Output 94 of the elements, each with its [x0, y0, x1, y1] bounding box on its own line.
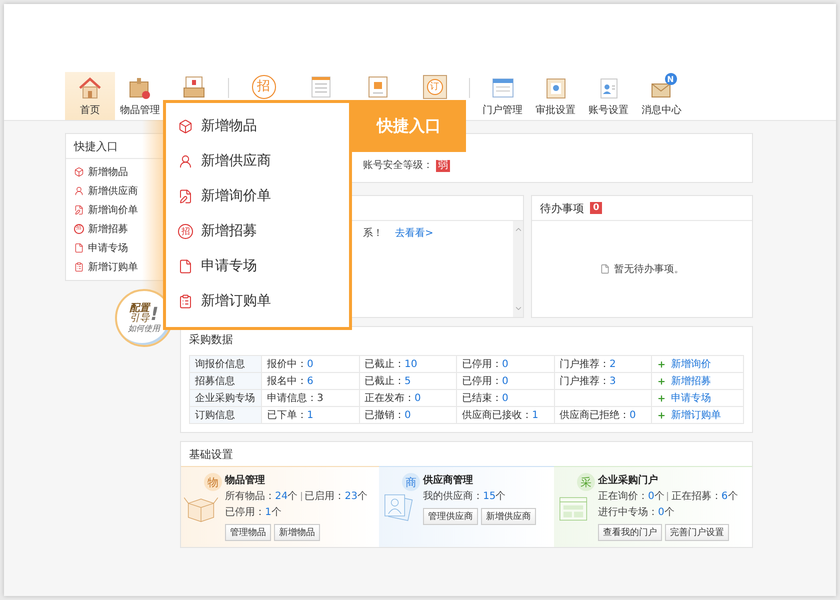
card-title: 物品管理	[225, 474, 266, 487]
toolbar-item[interactable]: 首页	[65, 72, 115, 120]
stat-text: 进行中专场：0个	[598, 506, 674, 519]
document-icon	[600, 264, 610, 274]
popup-menu-item[interactable]: 新增物品	[178, 115, 349, 137]
table-cell: 已结束：0	[457, 390, 554, 407]
toolbar-label: 物品管理	[120, 104, 160, 117]
toolbar-item[interactable]: N 消息中心	[635, 72, 688, 120]
toolbar-label: 消息中心	[642, 104, 682, 117]
category-badge: 商	[402, 473, 420, 491]
cube-icon	[74, 167, 84, 177]
table-cell: 门户推荐：3	[554, 373, 652, 390]
stat-text: 已停用：1个	[225, 506, 282, 519]
stat-text: 我的供应商：15个	[423, 490, 506, 503]
category-badge: 物	[204, 473, 222, 491]
settings-button[interactable]: 新增物品	[274, 524, 320, 541]
table-cell: 供应商已拒绝：0	[554, 407, 652, 424]
home-icon	[77, 75, 103, 101]
security-level-label: 账号安全等级：	[363, 158, 433, 172]
scroll-down-icon[interactable]	[514, 304, 522, 313]
cube-icon	[178, 118, 193, 134]
row-header: 询报价信息	[190, 356, 262, 373]
table-cell: 报价中：0	[262, 356, 360, 373]
add-link[interactable]: 申请专场	[657, 391, 711, 405]
plus-icon	[657, 394, 666, 402]
row-header: 订购信息	[190, 407, 262, 424]
table-cell: 申请信息：3	[262, 390, 360, 407]
popup-menu-item[interactable]: 招 新增招募	[178, 220, 349, 242]
toolbar-item[interactable]: 门户管理	[476, 72, 529, 120]
toolbar-item[interactable]: 物品管理	[115, 72, 165, 120]
add-link[interactable]: 新增订购单	[657, 408, 721, 422]
stat-text: 已启用：23个	[304, 490, 368, 503]
table-cell: 已下单：1	[262, 407, 360, 424]
add-link[interactable]: 新增询价	[657, 357, 711, 371]
table-cell: 正在发布：0	[360, 390, 457, 407]
settings-button[interactable]: 管理物品	[225, 524, 271, 541]
toolbar-label: 首页	[80, 104, 100, 117]
view-link[interactable]: 去看看>	[395, 226, 434, 240]
settings-button[interactable]: 完善门户设置	[665, 524, 729, 541]
toolbar-label: 账号设置	[588, 104, 628, 117]
panel-title: 采购数据	[189, 332, 233, 346]
edit-document-icon	[74, 205, 84, 215]
card-title: 企业采购门户	[598, 473, 659, 487]
stat-text: 正在招募：6个	[671, 490, 738, 503]
security-level-tag: 弱	[436, 160, 450, 172]
toolbar-label: 门户管理	[482, 104, 522, 117]
row-header: 招募信息	[190, 373, 262, 390]
document-icon	[178, 258, 193, 274]
table-cell: 门户推荐：2	[554, 356, 652, 373]
stat-text: 所有物品：24个	[225, 490, 298, 503]
panel-title: 待办事项	[540, 200, 584, 216]
recruit-icon: 招	[252, 75, 276, 99]
toolbar-item[interactable]: 账号设置	[582, 72, 635, 120]
list-icon	[178, 294, 193, 308]
edit-document-icon	[178, 188, 193, 204]
category-badge: 采	[577, 473, 595, 491]
notice-text: 系！	[363, 226, 383, 240]
panel-title: 快捷入口	[74, 138, 118, 154]
order-icon: 订	[422, 75, 446, 99]
user-icon	[178, 154, 193, 168]
panel-title: 基础设置	[189, 446, 233, 462]
settings-button[interactable]: 管理供应商	[423, 508, 478, 525]
plus-icon	[657, 376, 666, 386]
table-cell: 报名中：6	[262, 373, 360, 390]
popup-menu-item[interactable]: 新增供应商	[178, 150, 349, 172]
list-icon	[74, 262, 84, 272]
user-icon	[74, 186, 84, 196]
table-cell: 已截止：10	[360, 356, 457, 373]
scrollbar[interactable]	[513, 221, 523, 317]
table-cell: 已停用：0	[457, 356, 554, 373]
table-cell: 已截止：5	[360, 373, 457, 390]
plus-icon	[657, 410, 666, 420]
row-header: 企业采购专场	[190, 390, 262, 407]
settings-button[interactable]: 新增供应商	[481, 508, 536, 525]
table-cell: 已停用：0	[457, 373, 554, 390]
document-icon	[74, 243, 84, 253]
popup-menu-item[interactable]: 申请专场	[178, 255, 349, 277]
add-link[interactable]: 新增招募	[657, 374, 711, 388]
toolbar-label: 审批设置	[536, 104, 576, 117]
card-title: 供应商管理	[423, 473, 474, 487]
popup-menu-item[interactable]: 新增询价单	[178, 185, 349, 207]
count-badge: 0	[590, 202, 602, 214]
table-cell: 已撤销：0	[360, 407, 457, 424]
box-icon	[127, 75, 153, 101]
table-cell: 供应商已接收：1	[457, 407, 554, 424]
recruit-icon: 招	[178, 224, 193, 238]
popup-menu-item[interactable]: 新增订购单	[178, 290, 349, 312]
scroll-up-icon[interactable]	[514, 225, 522, 234]
empty-message: 暂无待办事项。	[614, 262, 684, 276]
notification-badge: N	[664, 73, 676, 85]
toolbar-item[interactable]: 审批设置	[529, 72, 582, 120]
settings-button[interactable]: 查看我的门户	[598, 524, 662, 541]
stat-text: 正在询价：0个	[598, 490, 664, 503]
plus-icon	[657, 360, 666, 368]
